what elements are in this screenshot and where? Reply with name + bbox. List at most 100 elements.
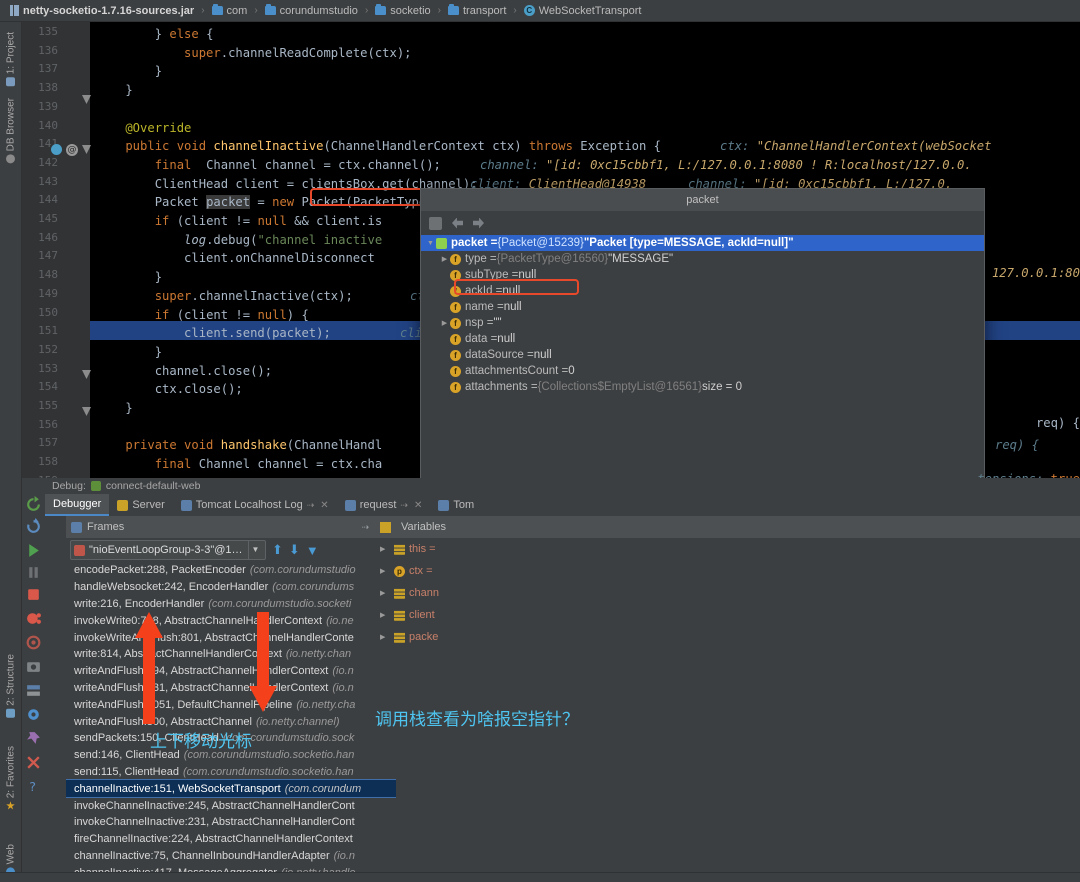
variable-tree[interactable]: ▼ packet = {Packet@15239} "Packet [type=M… [421,235,984,395]
close-tab-icon[interactable]: ✕ [414,500,422,511]
line-number: 144 [38,193,58,207]
frames-menu-icon[interactable] [380,521,391,533]
close-icon[interactable] [25,754,42,771]
variable-row[interactable]: f subType = null [421,267,984,283]
stack-frame-row[interactable]: handleWebsocket:242, EncoderHandler (com.… [66,579,396,596]
pin-tab-icon[interactable]: ⇢ [307,500,315,511]
chevron-right-icon[interactable]: ▶ [380,545,390,553]
breadcrumb-item-corundumstudio[interactable]: corundumstudio [261,4,362,18]
chevron-down-icon[interactable]: ▼ [425,240,436,247]
rerun-icon[interactable] [25,496,42,513]
thread-icon [74,544,85,556]
debug-tab-bar[interactable]: Debugger Server Tomcat Localhost Log ⇢ ✕ requ… [45,494,1080,516]
debug-tab-debugger[interactable]: Debugger [45,494,110,516]
stack-frame-row[interactable]: invokeChannelInactive:231, AbstractChann… [66,814,396,831]
chevron-right-icon[interactable]: ▶ [380,611,390,619]
override-marker-icon[interactable]: @ [66,144,78,156]
stack-frame-row[interactable]: writeAndFlush:831, AbstractChannelHandle… [66,680,396,697]
stack-frame-row[interactable]: channelInactive:151, WebSocketTransport(… [66,779,396,799]
annotation-stack-text: 调用栈查看为啥报空指针？ [375,710,579,730]
breakpoint-icon[interactable] [51,144,62,155]
pin-icon[interactable] [25,730,42,747]
view-breakpoints-icon[interactable] [25,610,42,627]
stack-frame-package: (com.corundumstudio [249,564,356,577]
stack-frame-row[interactable]: invokeChannelInactive:245, AbstractChann… [66,797,396,814]
variables-list[interactable]: ▶ this = ▶ p ctx = ▶ chann ▶ client ▶ packe [380,538,500,648]
refresh-icon[interactable] [25,518,42,535]
settings-dots-icon[interactable]: ⇢ [361,522,369,533]
back-icon[interactable] [452,217,463,229]
variable-entry[interactable]: ▶ chann [380,582,500,604]
variable-entry[interactable]: ▶ packe [380,626,500,648]
variable-row[interactable]: f name = null [421,299,984,315]
breadcrumb-item-transport[interactable]: transport [444,4,510,18]
editor-gutter[interactable]: 135 136 137 138 139 140 141 142 143 144 145 146 147 1… [22,22,91,478]
variable-row[interactable]: ▶ f type = {PacketType@16560} "MESSAGE" [421,251,984,267]
variable-entry[interactable]: ▶ client [380,604,500,626]
breadcrumb-item-socketio[interactable]: socketio [371,4,434,18]
close-tab-icon[interactable]: ✕ [320,500,328,511]
sidebar-item-label: 1: Project [5,32,17,75]
breadcrumb-item-class[interactable]: C WebSocketTransport [520,4,646,18]
stack-frame-package: (com.corundumstudio.socketi [208,597,352,610]
sidebar-item-favorites[interactable]: 2: Favorites [0,742,22,814]
chevron-down-icon[interactable]: ▼ [248,541,262,559]
stop-icon[interactable] [25,586,42,603]
step-up-icon[interactable]: ⬆ [272,542,283,558]
run-config-icon [90,481,101,491]
help-icon[interactable]: ? [25,778,42,795]
thread-selector-row[interactable]: "nioEventLoopGroup-3-3"@14,933... ▼ ⬆ ⬇ … [66,538,396,562]
frames-title: Frames [87,521,125,533]
stack-frame-row[interactable]: send:115, ClientHead (com.corundumstudio.… [66,764,396,781]
stack-frame-row[interactable]: writeAndFlush:794, AbstractChannelHandle… [66,663,396,680]
chevron-right-icon[interactable]: ▶ [439,255,450,263]
stack-frame-row[interactable]: write:216, EncoderHandler (com.corundumst… [66,596,396,613]
sidebar-item-db-browser[interactable]: DB Browser [0,94,22,167]
stack-frame-row[interactable]: write:814, AbstractChannelHandlerContext… [66,646,396,663]
class-icon: C [523,5,535,16]
settings-gear-icon[interactable] [25,706,42,723]
stack-frame-row[interactable]: invokeWrite0:738, AbstractChannelHandler… [66,612,396,629]
pause-icon[interactable] [25,564,42,581]
resume-program-icon[interactable] [25,542,42,559]
variable-row[interactable]: f attachmentsCount = 0 [421,363,984,379]
chevron-right-icon[interactable]: ▶ [439,319,450,327]
breadcrumb-item-jar[interactable]: netty-socketio-1.7.16-sources.jar [6,4,198,18]
step-down-icon[interactable]: ⬇ [289,542,300,558]
variable-row[interactable]: f dataSource = null [421,347,984,363]
stack-frame-package: (com.corundumstudio.socketio.han [182,765,354,778]
variable-row[interactable]: f ackId = null [421,283,984,299]
snapshot-icon[interactable] [25,658,42,675]
chevron-right-icon[interactable]: ▶ [380,589,390,597]
variable-row[interactable]: f data = null [421,331,984,347]
thread-dropdown[interactable]: "nioEventLoopGroup-3-3"@14,933... ▼ [70,540,266,560]
breadcrumb-item-com[interactable]: com [208,4,252,18]
variable-row[interactable]: ▼ packet = {Packet@15239} "Packet [type=M… [421,235,984,251]
variable-row[interactable]: ▶ f nsp = "" [421,315,984,331]
stack-frame-row[interactable]: invokeWriteAndFlush:801, AbstractChannel… [66,629,396,646]
debug-tab-server[interactable]: Server [109,494,172,516]
mute-breakpoints-icon[interactable] [25,634,42,651]
chevron-right-icon[interactable]: ▶ [380,633,390,641]
pin-tab-icon[interactable]: ⇢ [400,500,408,511]
variable-row[interactable]: f attachments = {Collections$EmptyList@16… [421,379,984,395]
stack-frame-row[interactable]: channelInactive:75, ChannelInboundHandle… [66,848,396,865]
sidebar-item-structure[interactable]: 2: Structure [0,650,22,722]
call-stack-frames[interactable]: encodePacket:288, PacketEncoder (com.coru… [66,562,396,882]
evaluate-expression-icon[interactable] [429,216,442,230]
sidebar-item-project[interactable]: 1: Project [0,28,22,90]
run-config-name[interactable]: connect-default-web [106,480,201,492]
filter-icon[interactable]: ▼ [306,543,319,558]
forward-icon[interactable] [473,217,484,229]
server-icon [117,499,129,511]
debug-tab-tomcat-localhost-log[interactable]: Tomcat Localhost Log ⇢ ✕ [173,494,337,516]
variable-entry[interactable]: ▶ p ctx = [380,560,500,582]
debug-tab-request[interactable]: request ⇢ ✕ [337,494,431,516]
variable-entry[interactable]: ▶ this = [380,538,500,560]
stack-frame-row[interactable]: encodePacket:288, PacketEncoder (com.coru… [66,562,396,579]
debug-tab-tom[interactable]: Tom [430,494,482,516]
chevron-right-icon[interactable]: ▶ [380,567,390,575]
stack-frame-row[interactable]: fireChannelInactive:224, AbstractChannel… [66,831,396,848]
stack-frame-row[interactable]: writeAndFlush:1051, DefaultChannelPipeli… [66,696,396,713]
layout-settings-icon[interactable] [25,682,42,699]
